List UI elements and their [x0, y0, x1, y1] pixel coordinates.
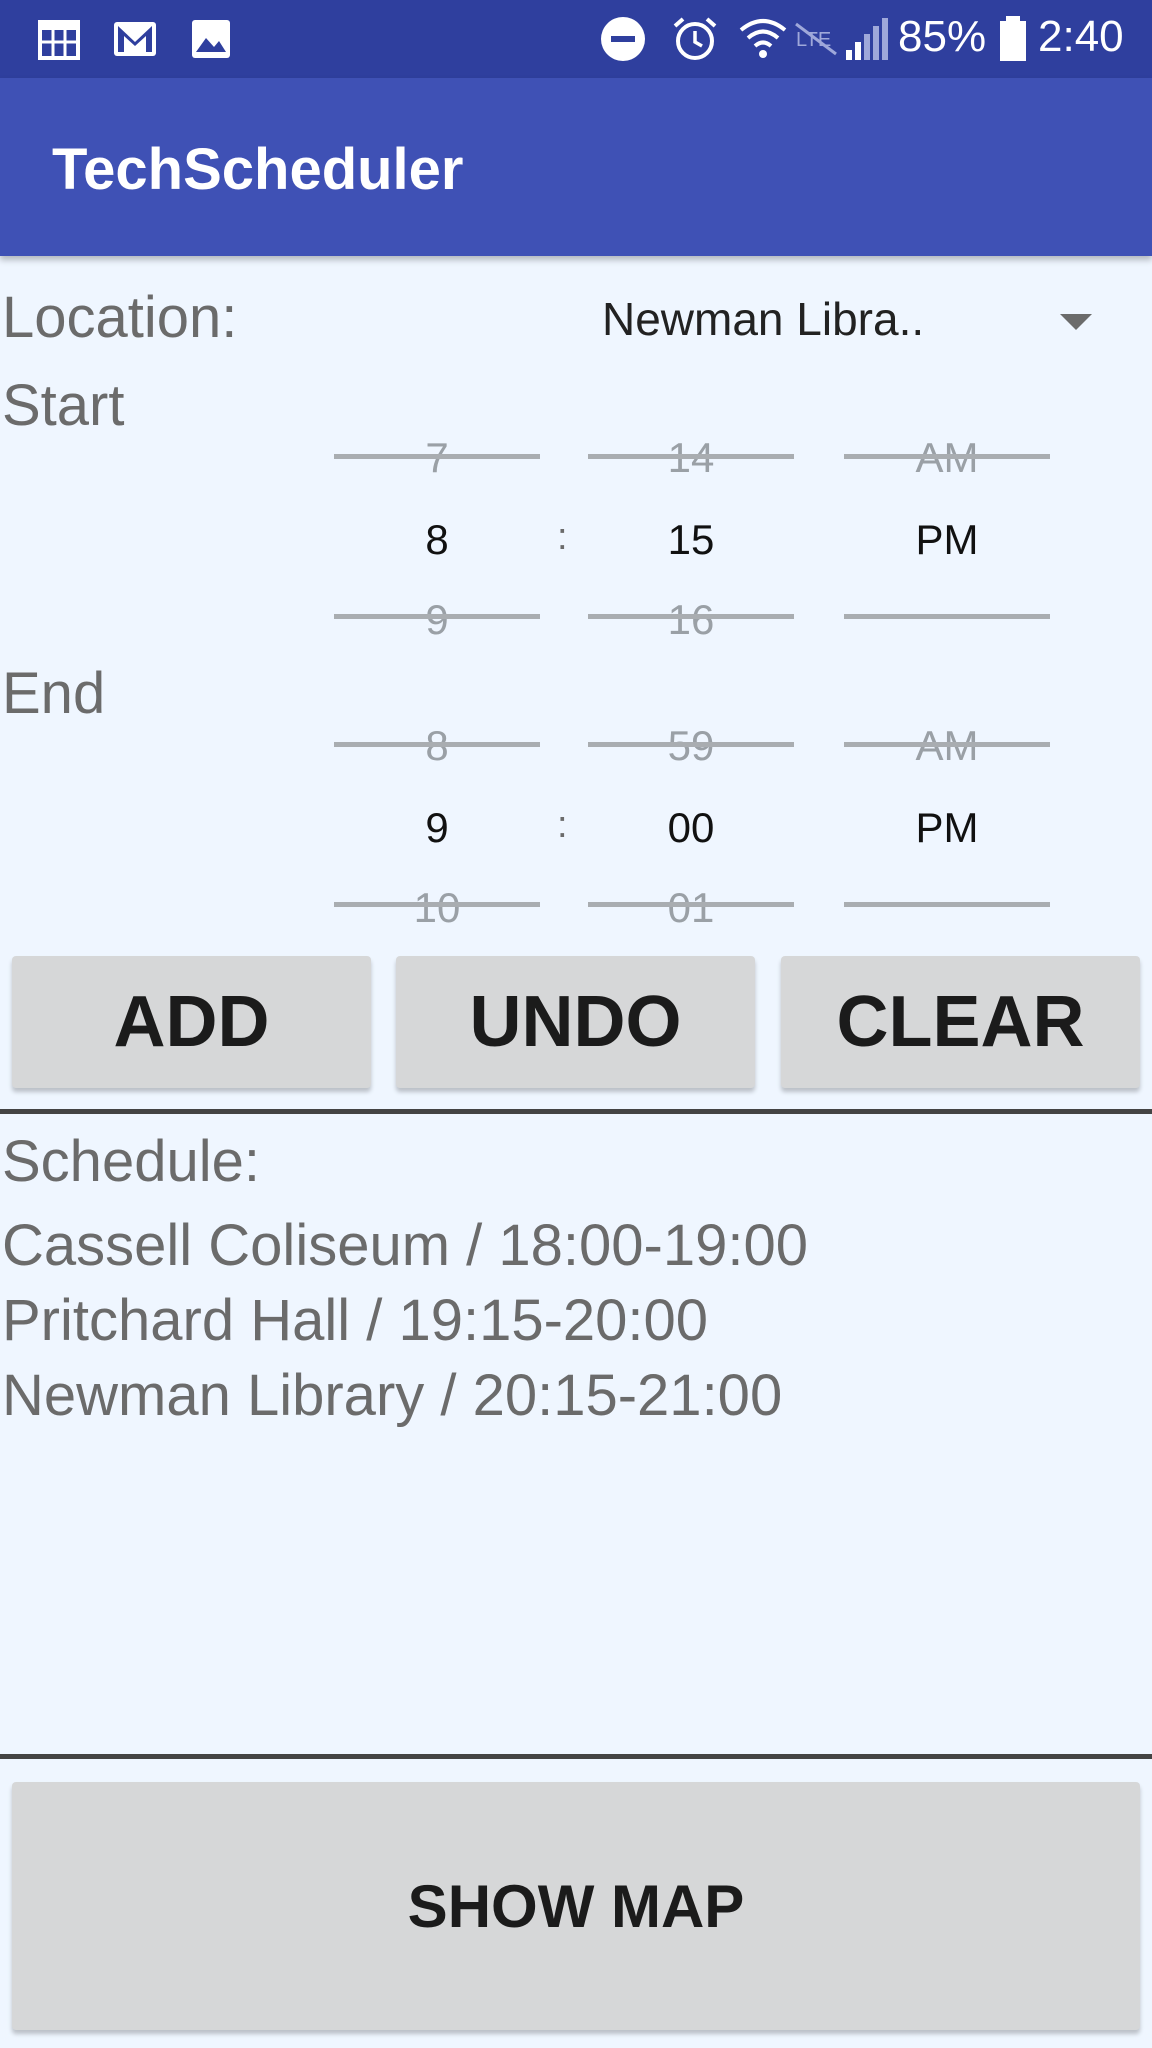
picker-divider	[334, 614, 540, 619]
start-label: Start	[2, 373, 125, 438]
signal-icon	[846, 18, 888, 60]
location-label: Location:	[2, 285, 238, 350]
start-hour-picker[interactable]: 7 8 9	[334, 420, 540, 643]
end-hour-picker[interactable]: 8 9 10	[334, 708, 540, 931]
end-time-separator: :	[557, 804, 568, 846]
gmail-icon	[114, 22, 156, 56]
picker-divider	[844, 454, 1050, 459]
picker-divider	[844, 614, 1050, 619]
battery-percent: 85%	[898, 12, 987, 61]
picker-divider	[844, 742, 1050, 747]
schedule-entry: Newman Library / 20:15-21:00	[2, 1363, 783, 1428]
clock: 2:40	[1038, 12, 1124, 61]
show-map-button[interactable]: SHOW MAP	[12, 1782, 1140, 2030]
picker-divider	[588, 742, 794, 747]
clear-button[interactable]: CLEAR	[781, 956, 1140, 1088]
end-hour-next: 10	[413, 884, 461, 931]
start-hour-next: 9	[425, 596, 449, 643]
app-title: TechScheduler	[52, 137, 464, 202]
start-ampm-current: PM	[915, 516, 979, 563]
status-bar: LTE 85% 2:40	[0, 0, 1152, 78]
start-ampm-picker[interactable]: AM PM	[844, 420, 1050, 640]
battery-icon	[1000, 16, 1026, 61]
start-minute-current: 15	[667, 516, 715, 563]
undo-button[interactable]: UNDO	[396, 956, 755, 1088]
end-label: End	[2, 661, 106, 726]
start-hour-current: 8	[425, 516, 449, 563]
schedule-top-divider	[0, 1109, 1152, 1114]
schedule-label: Schedule:	[2, 1129, 260, 1194]
wifi-icon	[739, 19, 787, 58]
end-minute-next: 01	[667, 884, 715, 931]
schedule-entry: Pritchard Hall / 19:15-20:00	[2, 1288, 709, 1353]
picker-divider	[844, 902, 1050, 907]
start-time-separator: :	[557, 516, 568, 558]
start-minute-picker[interactable]: 14 15 16	[588, 420, 794, 643]
picker-divider	[588, 454, 794, 459]
picker-divider	[588, 614, 794, 619]
schedule-entry: Cassell Coliseum / 18:00-19:00	[2, 1213, 808, 1278]
end-minute-current: 00	[667, 804, 715, 851]
picker-divider	[334, 454, 540, 459]
add-button[interactable]: ADD	[12, 956, 371, 1088]
end-ampm-picker[interactable]: AM PM	[844, 708, 1050, 928]
lte-off-icon: LTE	[795, 22, 837, 56]
picker-divider	[334, 902, 540, 907]
image-icon	[192, 20, 230, 58]
calendar-icon	[38, 20, 80, 60]
schedule-bottom-divider	[0, 1754, 1152, 1759]
app-bar: TechScheduler	[0, 78, 1152, 256]
alarm-icon	[673, 17, 717, 60]
start-minute-next: 16	[667, 596, 715, 643]
picker-divider	[334, 742, 540, 747]
end-minute-picker[interactable]: 59 00 01	[588, 708, 794, 931]
end-ampm-current: PM	[915, 804, 979, 851]
do-not-disturb-icon	[601, 17, 645, 61]
picker-divider	[588, 902, 794, 907]
end-hour-current: 9	[425, 804, 449, 851]
dropdown-arrow-icon	[1060, 314, 1092, 330]
location-value: Newman Libra..	[602, 293, 925, 345]
